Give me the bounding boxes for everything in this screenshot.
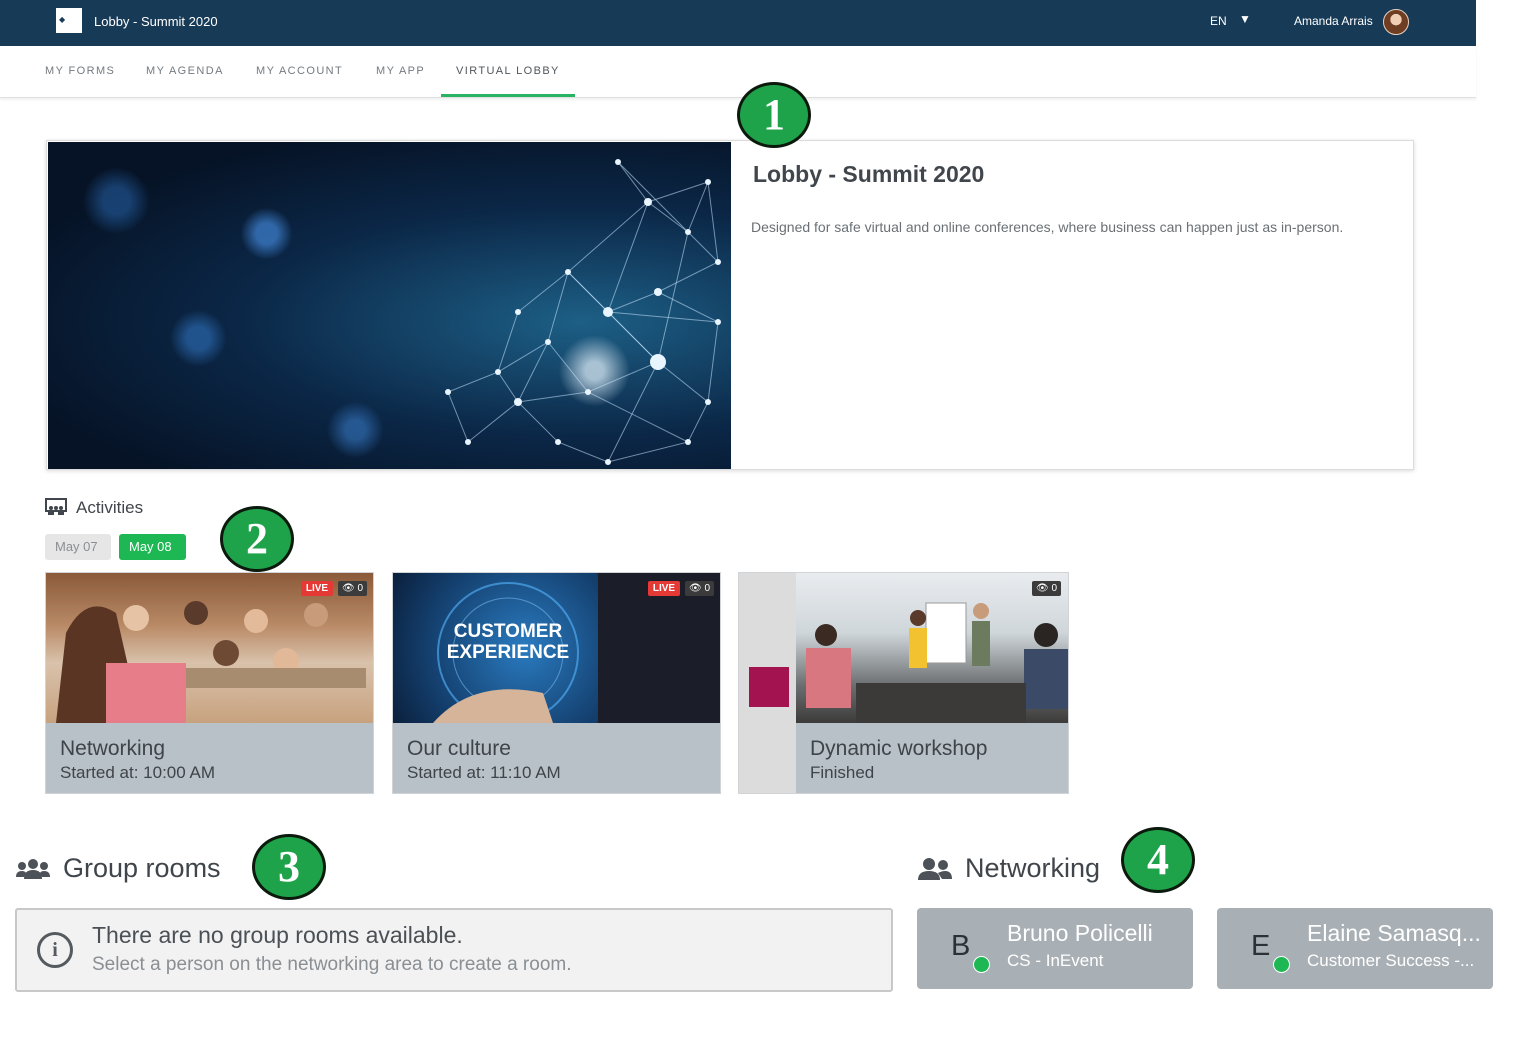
- workshop-image: [806, 602, 1068, 723]
- person-card-elaine-samasq[interactable]: E Elaine Samasq... Customer Success -...: [1217, 908, 1493, 989]
- networking-heading: Networking: [965, 853, 1101, 883]
- activity-start-time: Started at: 10:00 AM: [60, 763, 215, 782]
- group-rooms-heading: Group rooms: [63, 853, 221, 883]
- app-title: Lobby - Summit 2020: [94, 14, 218, 29]
- lobby-banner-card: Lobby - Summit 2020 Designed for safe vi…: [46, 140, 1414, 470]
- activity-thumbnail: CUSTOMER EXPERIENCE LIVE 👁 0: [393, 573, 720, 723]
- activity-card-dynamic-workshop[interactable]: 👁 0 Dynamic workshop Finished: [738, 572, 1069, 794]
- caret-down-icon[interactable]: ▼: [1239, 12, 1251, 26]
- lobby-description: Designed for safe virtual and online con…: [751, 219, 1344, 235]
- app-logo[interactable]: ◆: [56, 8, 82, 33]
- empty-state-title: There are no group rooms available.: [92, 922, 463, 948]
- view-count-badge: 👁 0: [338, 581, 368, 596]
- person-name: Elaine Samasq...: [1307, 920, 1481, 946]
- sponsor-logo: [749, 667, 789, 707]
- top-bar: ◆ Lobby - Summit 2020 EN ▼ Amanda Arrais: [0, 0, 1476, 46]
- person-initial: B: [951, 930, 971, 962]
- person-name: Bruno Policelli: [1007, 920, 1153, 946]
- view-count-badge: 👁 0: [1032, 581, 1062, 596]
- activity-card-networking[interactable]: LIVE 👁 0 Networking Started at: 10:00 AM: [45, 572, 374, 794]
- activity-title: Networking: [60, 737, 166, 760]
- tab-my-app[interactable]: MY APP: [376, 65, 425, 77]
- activity-thumbnail: 👁 0: [796, 573, 1068, 723]
- thumbnail-caption: CUSTOMER EXPERIENCE: [446, 621, 570, 663]
- language-selector[interactable]: EN: [1210, 14, 1227, 28]
- activities-heading: Activities: [76, 498, 144, 517]
- callout-marker-1: 1: [737, 82, 811, 148]
- user-avatar[interactable]: [1383, 9, 1409, 35]
- network-graphic: [445, 159, 721, 465]
- live-badge: LIVE: [301, 581, 333, 596]
- tab-my-account[interactable]: MY ACCOUNT: [256, 65, 343, 77]
- callout-marker-4: 4: [1121, 827, 1195, 893]
- user-name[interactable]: Amanda Arrais: [1294, 14, 1373, 28]
- person-card-bruno-policelli[interactable]: B Bruno Policelli CS - InEvent: [917, 908, 1193, 989]
- date-tab-may-08[interactable]: May 08: [119, 534, 186, 560]
- date-tab-may-07[interactable]: May 07: [45, 534, 111, 560]
- online-status-dot: [973, 956, 990, 973]
- active-tab-indicator: [441, 94, 575, 97]
- users-icon: [918, 858, 952, 880]
- person-initial: E: [1251, 930, 1271, 962]
- view-count-badge: 👁 0: [685, 581, 715, 596]
- person-role: Customer Success -...: [1307, 951, 1475, 970]
- group-rooms-empty-state: i There are no group rooms available. Se…: [15, 908, 893, 992]
- activity-title: Dynamic workshop: [810, 737, 988, 760]
- banner-image: [48, 142, 731, 469]
- info-icon: i: [37, 932, 73, 968]
- activity-title: Our culture: [407, 737, 511, 760]
- tab-my-agenda[interactable]: MY AGENDA: [146, 65, 224, 77]
- users-group-icon: [16, 859, 50, 879]
- person-role: CS - InEvent: [1007, 951, 1104, 970]
- callout-marker-3: 3: [252, 834, 326, 900]
- empty-state-subtitle: Select a person on the networking area t…: [92, 954, 572, 975]
- callout-marker-2: 2: [220, 506, 294, 572]
- activity-start-time: Started at: 11:10 AM: [407, 763, 561, 782]
- main-nav: MY FORMS MY AGENDA MY ACCOUNT MY APP VIR…: [0, 46, 1476, 98]
- tab-my-forms[interactable]: MY FORMS: [45, 65, 115, 77]
- activity-status: Finished: [810, 763, 875, 782]
- lobby-title: Lobby - Summit 2020: [753, 161, 985, 187]
- activity-card-our-culture[interactable]: CUSTOMER EXPERIENCE LIVE 👁 0 Our culture…: [392, 572, 721, 794]
- live-badge: LIVE: [648, 581, 680, 596]
- presentation-icon: [45, 498, 67, 515]
- activity-thumbnail: LIVE 👁 0: [46, 573, 373, 723]
- tab-virtual-lobby[interactable]: VIRTUAL LOBBY: [456, 65, 560, 77]
- online-status-dot: [1273, 956, 1290, 973]
